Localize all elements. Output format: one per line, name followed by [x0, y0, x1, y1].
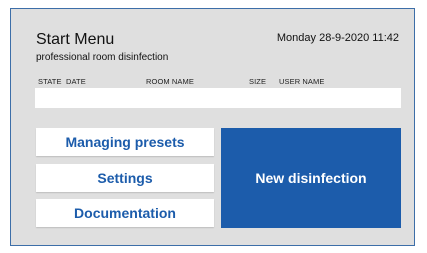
page-title: Start Menu [36, 31, 115, 48]
page-subtitle: professional room disinfection [36, 52, 169, 63]
column-header-size: SIZE [249, 77, 267, 86]
history-table[interactable] [35, 88, 401, 108]
date-time: Monday 28-9-2020 11:42 [276, 32, 399, 44]
settings-button[interactable]: Settings [36, 164, 214, 192]
column-header-state: STATE [38, 77, 62, 86]
new-disinfection-button[interactable]: New disinfection [221, 128, 401, 228]
managing-presets-button[interactable]: Managing presets [36, 128, 214, 156]
column-header-date: DATE [66, 77, 86, 86]
documentation-button[interactable]: Documentation [36, 199, 214, 227]
start-menu-panel: Start Menu professional room disinfectio… [10, 8, 415, 246]
column-header-room-name: ROOM NAME [146, 77, 194, 86]
column-header-user-name: USER NAME [279, 77, 325, 86]
